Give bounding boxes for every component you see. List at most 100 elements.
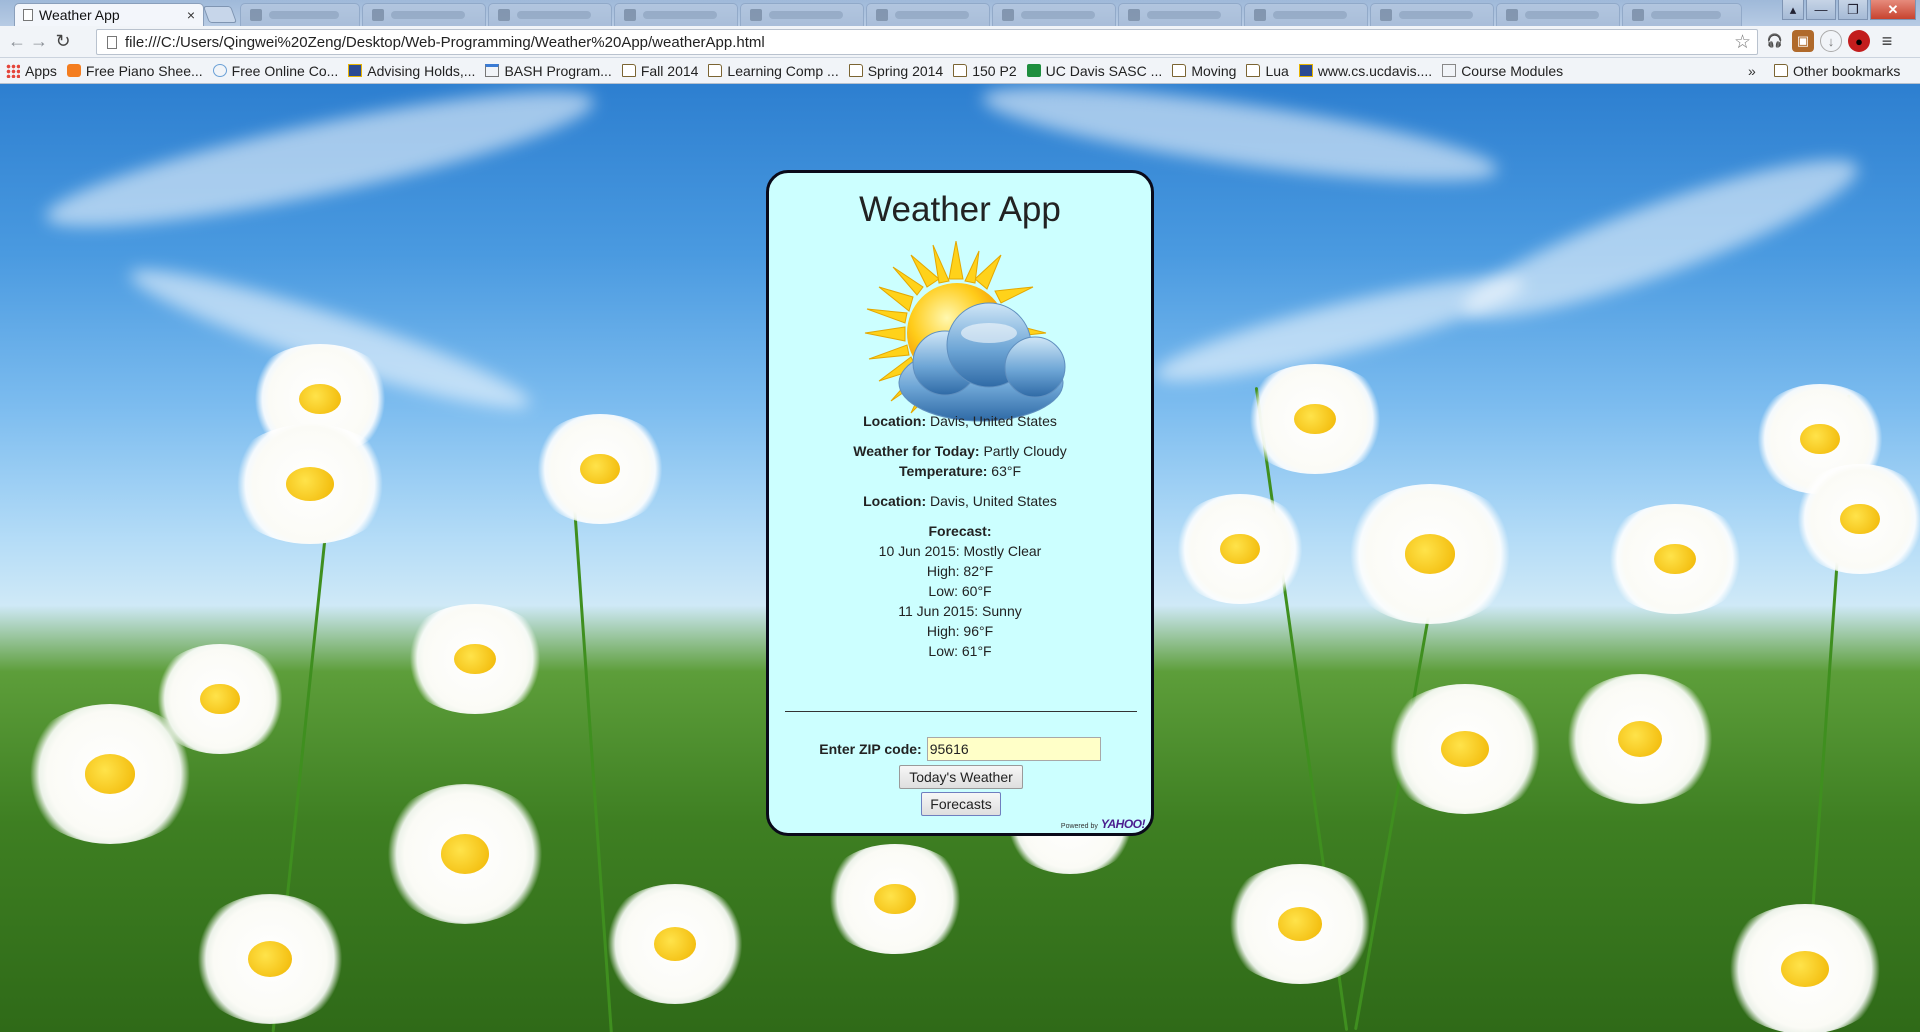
address-bar[interactable]: file:///C:/Users/Qingwei%20Zeng/Desktop/…	[96, 29, 1758, 55]
ladybug-extension-icon[interactable]: ●	[1848, 30, 1870, 52]
background-tab[interactable]	[1622, 3, 1742, 26]
forecast-high: High: 96°F	[926, 623, 994, 639]
bookmark-item[interactable]: www.cs.ucdavis....	[1298, 62, 1433, 79]
url-text[interactable]: file:///C:/Users/Qingwei%20Zeng/Desktop/…	[125, 34, 765, 51]
bookmark-item[interactable]: Free Piano Shee...	[66, 62, 203, 79]
bookmark-item[interactable]: UC Davis SASC ...	[1026, 63, 1162, 79]
forecast-day: 10 Jun 2015: Mostly Clear	[878, 543, 1042, 559]
daisy-flower	[150, 644, 290, 754]
cloud-streak	[1450, 134, 1870, 344]
yahoo-logo: YAHOO!	[1100, 817, 1146, 831]
background-tab[interactable]	[1118, 3, 1242, 26]
forecast-label: Forecast:	[928, 523, 992, 539]
background-tab[interactable]	[992, 3, 1116, 26]
daisy-flower	[1170, 494, 1310, 604]
temperature-line: Temperature: 63°F	[769, 461, 1151, 481]
forecast-low: Low: 60°F	[928, 583, 992, 599]
bookmark-item[interactable]: Free Online Co...	[212, 63, 338, 79]
background-tab[interactable]	[740, 3, 864, 26]
cloud-streak	[38, 84, 602, 252]
folder-icon	[953, 64, 968, 77]
daisy-flower	[1600, 504, 1750, 614]
bookmark-folder[interactable]: Moving	[1172, 63, 1236, 79]
partly-cloudy-icon	[864, 241, 1066, 422]
page-icon	[23, 9, 33, 21]
other-bookmarks-folder[interactable]: Other bookmarks	[1774, 63, 1900, 79]
blurred-tab-title	[517, 11, 591, 19]
bookmark-item[interactable]: Course Modules	[1442, 63, 1563, 79]
forecast-high: High: 82°F	[926, 563, 994, 579]
bookmark-folder[interactable]: Fall 2014	[621, 63, 698, 79]
bookmark-folder[interactable]: Spring 2014	[848, 62, 944, 79]
blurred-tab-title	[643, 11, 717, 19]
tab-title: Weather App	[39, 7, 120, 23]
forward-arrow-icon[interactable]: →	[28, 31, 50, 53]
background-tab[interactable]	[614, 3, 738, 26]
daisy-flower	[600, 884, 750, 1004]
reload-icon[interactable]: ↻	[52, 31, 74, 53]
maximize-button[interactable]: ❐	[1838, 0, 1868, 20]
background-tab[interactable]	[1244, 3, 1368, 26]
location-value: Davis, United States	[930, 493, 1057, 509]
window-controls: ▴ — ❐ ✕	[1782, 0, 1916, 20]
bookmark-label: Spring 2014	[867, 62, 944, 79]
daisy-flower	[1560, 674, 1720, 804]
bookmark-label: Course Modules	[1461, 62, 1564, 79]
background-tab[interactable]	[1496, 3, 1620, 26]
background-tab[interactable]	[1370, 3, 1494, 26]
bookmark-item[interactable]: Advising Holds,...	[348, 63, 475, 79]
extension-icons: 🎧 ▣ ↓ ● ≡	[1764, 30, 1898, 52]
tab-weather-app[interactable]: Weather App ×	[14, 3, 204, 26]
blurred-tab-title	[769, 11, 843, 19]
download-extension-icon[interactable]: ↓	[1820, 30, 1842, 52]
folder-icon	[848, 64, 863, 77]
background-tab[interactable]	[240, 3, 360, 26]
bookmark-label: www.cs.ucdavis....	[1317, 62, 1433, 79]
bookmark-label: 150 P2	[972, 62, 1017, 79]
bookmarks-bar: Apps Free Piano Shee... Free Online Co..…	[0, 58, 1920, 84]
background-tab[interactable]	[866, 3, 990, 26]
daisy-flower	[1340, 484, 1520, 624]
blurred-tab-title	[895, 11, 969, 19]
close-window-button[interactable]: ✕	[1870, 0, 1916, 20]
profile-icon[interactable]: ▴	[1782, 0, 1804, 20]
new-tab-button[interactable]	[202, 6, 238, 23]
headphones-extension-icon[interactable]: 🎧	[1764, 30, 1786, 52]
minimize-button[interactable]: —	[1806, 0, 1836, 20]
blurred-tab-title	[1525, 11, 1599, 19]
back-arrow-icon[interactable]: ←	[6, 31, 28, 53]
location-line-2: Location: Davis, United States	[769, 491, 1151, 511]
bookmarks-overflow-chevron[interactable]: »	[1748, 63, 1756, 79]
favicon-icon	[1506, 9, 1518, 21]
zip-label: Enter ZIP code:	[819, 741, 922, 757]
bookmark-folder[interactable]: 150 P2	[953, 62, 1017, 79]
close-icon[interactable]: ×	[187, 7, 195, 23]
todays-weather-button[interactable]: Today's Weather	[899, 765, 1023, 789]
weather-value: Partly Cloudy	[983, 443, 1067, 459]
menu-icon[interactable]: ≡	[1876, 30, 1898, 52]
bookmark-label: Free Piano Shee...	[85, 62, 203, 79]
bookmark-item[interactable]: BASH Program...	[485, 63, 612, 79]
forecasts-button[interactable]: Forecasts	[921, 792, 1001, 816]
location-line: Location: Davis, United States	[769, 411, 1151, 431]
zip-input[interactable]	[926, 737, 1101, 761]
bookmark-star-icon[interactable]: ☆	[1734, 31, 1751, 54]
favicon-icon	[1002, 9, 1014, 21]
favicon-icon	[1632, 9, 1644, 21]
blurred-tab-title	[1147, 11, 1221, 19]
bookmark-folder[interactable]: Lua	[1246, 63, 1289, 79]
bookmark-folder[interactable]: Learning Comp ...	[708, 63, 839, 79]
checkbox-icon	[1298, 64, 1313, 77]
favicon-icon	[750, 9, 762, 21]
location-label: Location:	[863, 413, 927, 429]
background-tab[interactable]	[362, 3, 486, 26]
favicon-icon	[372, 9, 384, 21]
favicon-icon	[1380, 9, 1392, 21]
folder-icon	[1246, 64, 1261, 77]
powered-by-text: Powered by	[1060, 823, 1098, 830]
bookmark-apps[interactable]: Apps	[6, 63, 57, 79]
background-tab[interactable]	[488, 3, 612, 26]
blurred-tab-title	[1399, 11, 1473, 19]
checkbox-icon	[348, 64, 363, 77]
clipboard-extension-icon[interactable]: ▣	[1792, 30, 1814, 52]
